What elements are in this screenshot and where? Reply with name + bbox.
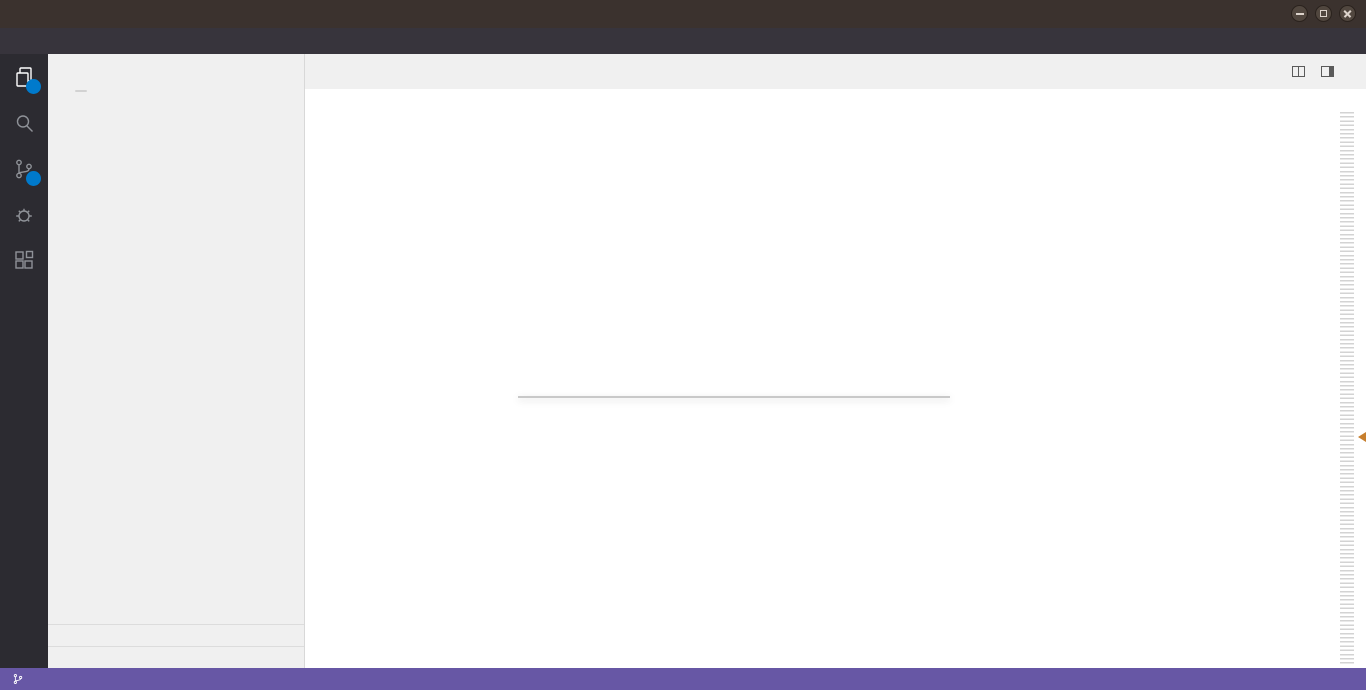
activity-explorer[interactable] [0,54,48,100]
minimize-icon [1296,13,1304,15]
explorer-badge [26,79,41,94]
editor-actions [1292,54,1366,89]
tab-bar [305,54,1366,89]
minimize-button[interactable] [1291,5,1308,22]
npm-scripts-header[interactable] [48,646,304,668]
autocomplete-popup [518,396,950,398]
git-branch-icon [12,672,24,686]
explorer-sidebar [48,54,305,668]
maximize-icon [1320,10,1327,17]
title-bar [0,0,1366,28]
activity-search[interactable] [0,100,48,146]
vscode-window [0,0,1366,690]
open-editors-header[interactable] [48,80,304,102]
window-controls [1291,5,1356,22]
activity-debug[interactable] [0,192,48,238]
activity-bar [0,54,48,668]
breadcrumb [305,89,1366,108]
toggle-layout-icon[interactable] [1321,66,1334,77]
outline-header[interactable] [48,624,304,646]
status-left [0,668,70,690]
editor[interactable] [305,108,1366,668]
menu-bar [0,28,1366,54]
sync-button[interactable] [34,668,46,690]
status-bar [0,668,1366,690]
activity-extensions[interactable] [0,238,48,284]
problems-indicator[interactable] [46,668,70,690]
extensions-icon [12,249,36,273]
split-editor-icon[interactable] [1292,66,1305,77]
cursor-overview-marker [1358,432,1366,442]
scm-badge [26,171,41,186]
sidebar-title [48,54,304,80]
file-tree [48,124,304,624]
activity-source-control[interactable] [0,146,48,192]
minimap[interactable] [1340,112,1360,664]
search-icon [12,111,36,135]
settings-gear-icon[interactable] [0,616,48,662]
close-button[interactable] [1339,5,1356,22]
git-branch-indicator[interactable] [6,668,34,690]
maximize-button[interactable] [1315,5,1332,22]
unsaved-count-badge [75,90,87,92]
folder-section-header[interactable] [48,102,304,124]
debug-icon [12,203,36,227]
